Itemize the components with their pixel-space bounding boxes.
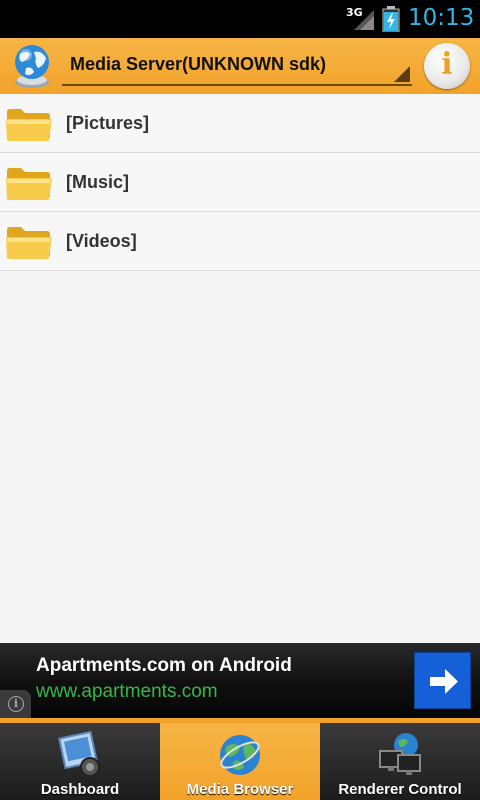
tab-label: Dashboard	[40, 781, 120, 798]
globe-icon[interactable]	[8, 42, 56, 90]
folder-icon	[6, 227, 52, 259]
info-icon: i	[441, 47, 453, 82]
tab-renderer-control[interactable]: Renderer Control	[320, 723, 480, 800]
tab-dashboard[interactable]: Dashboard	[0, 723, 160, 800]
clock: 10:13	[408, 5, 475, 31]
dashboard-icon	[58, 731, 100, 777]
folder-icon	[6, 168, 52, 200]
list-item-videos[interactable]: [Videos]	[0, 212, 480, 271]
server-dropdown[interactable]: Media Server(UNKNOWN sdk)	[62, 46, 412, 86]
server-name: Media Server(UNKNOWN sdk)	[70, 54, 327, 74]
monitors-icon	[379, 733, 421, 775]
folder-list: [Pictures] [Music] [Videos]	[0, 94, 480, 271]
tab-label: Renderer Control	[338, 781, 462, 798]
dropdown-arrow-icon	[394, 66, 410, 82]
list-item-pictures[interactable]: [Pictures]	[0, 94, 480, 153]
info-button[interactable]: i	[424, 43, 470, 89]
list-item-music[interactable]: [Music]	[0, 153, 480, 212]
ad-info-icon: i	[8, 696, 24, 712]
globe-icon	[220, 735, 260, 775]
ad-title: Apartments.com on Android	[36, 655, 292, 676]
tab-media-browser[interactable]: Media Browser	[160, 723, 320, 800]
ad-banner[interactable]: Apartments.com on Android www.apartments…	[0, 643, 480, 718]
folder-icon	[6, 109, 52, 141]
folder-name: [Videos]	[66, 231, 137, 251]
folder-name: [Pictures]	[66, 113, 150, 133]
ad-url: www.apartments.com	[36, 681, 218, 702]
arrow-right-icon	[430, 669, 458, 694]
ad-info-button[interactable]: i	[0, 690, 31, 718]
network-signal-icon: 3G	[346, 6, 376, 32]
action-bar: Media Server(UNKNOWN sdk) i	[0, 38, 480, 94]
tab-label: Media Browser	[186, 781, 294, 798]
folder-name: [Music]	[66, 172, 129, 192]
status-bar: 3G 10:13	[0, 0, 480, 38]
ad-go-button[interactable]	[414, 652, 471, 709]
battery-icon	[382, 6, 400, 33]
bottom-tab-bar: Dashboard Media Browser Renderer Control	[0, 723, 480, 800]
